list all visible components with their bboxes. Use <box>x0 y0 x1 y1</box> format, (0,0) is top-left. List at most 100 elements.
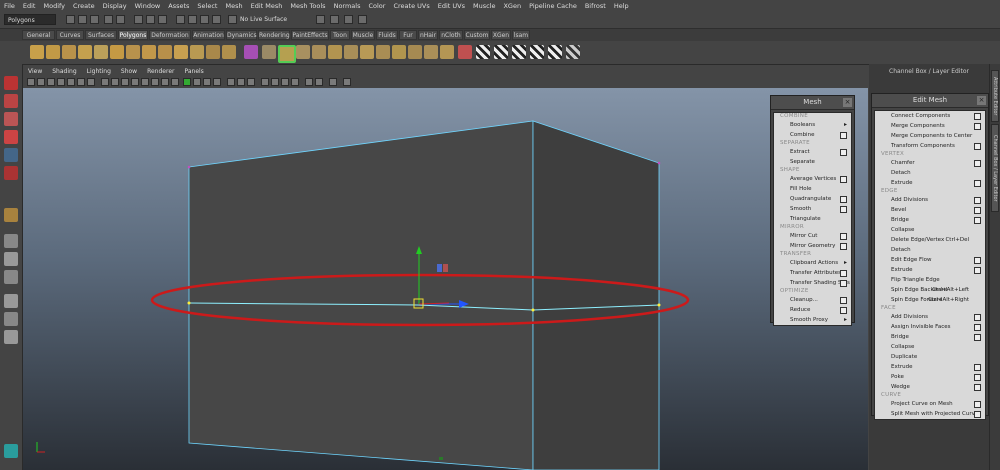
offset-edge-loop-icon[interactable] <box>360 45 374 59</box>
open-scene-icon[interactable] <box>78 15 87 24</box>
shelf-tab-ncloth[interactable]: nCloth <box>439 30 463 40</box>
option-box-icon[interactable] <box>840 196 847 203</box>
single-perspective-layout-icon[interactable] <box>4 234 18 248</box>
option-box-icon[interactable] <box>974 314 981 321</box>
bevel-icon[interactable] <box>376 45 390 59</box>
attribute-editor-tab[interactable]: Attribute Editor <box>991 70 999 122</box>
menu-item-merge-components[interactable]: Merge Components <box>875 121 985 131</box>
menu-normals[interactable]: Normals <box>330 0 365 12</box>
menu-item-duplicate[interactable]: Duplicate <box>875 352 985 362</box>
ipr-render-icon[interactable] <box>330 15 339 24</box>
gamma-icon[interactable] <box>315 78 323 86</box>
menu-item-transfer-attributes[interactable]: Transfer Attributes <box>774 268 851 278</box>
field-chart-icon[interactable] <box>131 78 139 86</box>
poly-torus-icon[interactable] <box>110 45 124 59</box>
menu-item-fill-hole[interactable]: Fill Hole <box>774 184 851 194</box>
bookmark-icon[interactable] <box>47 78 55 86</box>
render-frame-icon[interactable] <box>316 15 325 24</box>
menu-display[interactable]: Display <box>99 0 131 12</box>
poly-pyramid-icon[interactable] <box>142 45 156 59</box>
shelf-tab-painteffects[interactable]: PaintEffects <box>291 30 329 40</box>
poly-pipe-icon[interactable] <box>158 45 172 59</box>
shelf-tab-muscle[interactable]: Muscle <box>351 30 375 40</box>
grid-icon[interactable] <box>87 78 95 86</box>
option-box-icon[interactable] <box>974 257 981 264</box>
xray-icon[interactable] <box>271 78 279 86</box>
shelf-tab-deformation[interactable]: Deformation <box>149 30 191 40</box>
menu-item-detach[interactable]: Detach <box>875 168 985 178</box>
menu-assets[interactable]: Assets <box>164 0 193 12</box>
menu-edit-mesh[interactable]: Edit Mesh <box>247 0 287 12</box>
boolean-icon[interactable] <box>244 45 258 59</box>
menu-item-clipboard-actions[interactable]: Clipboard Actions ▸ <box>774 258 851 268</box>
shelf-tab-polygons[interactable]: Polygons <box>118 30 148 40</box>
hypershade-icon[interactable] <box>358 15 367 24</box>
menu-window[interactable]: Window <box>131 0 165 12</box>
menu-item-split-mesh-with-projected-curve[interactable]: Split Mesh with Projected Curve <box>875 409 985 419</box>
menu-color[interactable]: Color <box>364 0 389 12</box>
option-box-icon[interactable] <box>974 267 981 274</box>
undo-icon[interactable] <box>104 15 113 24</box>
paint-select-icon[interactable] <box>4 112 18 126</box>
poly-helix-icon[interactable] <box>174 45 188 59</box>
poke-icon[interactable] <box>440 45 454 59</box>
option-box-icon[interactable] <box>974 334 981 341</box>
menu-item-collapse[interactable]: Collapse <box>875 342 985 352</box>
viewport-menu-lighting[interactable]: Lighting <box>82 67 116 77</box>
viewport-menu-panels[interactable]: Panels <box>179 67 208 77</box>
smooth-icon[interactable] <box>278 45 296 63</box>
option-box-icon[interactable] <box>840 233 847 240</box>
safe-action-icon[interactable] <box>141 78 149 86</box>
option-box-icon[interactable] <box>974 113 981 120</box>
four-view-layout-icon[interactable] <box>4 252 18 266</box>
menu-item-smooth[interactable]: Smooth <box>774 204 851 214</box>
menu-item-assign-invisible-faces[interactable]: Assign Invisible Faces <box>875 322 985 332</box>
option-box-icon[interactable] <box>840 132 847 139</box>
menu-item-combine[interactable]: Combine <box>774 130 851 140</box>
menu-mesh-tools[interactable]: Mesh Tools <box>286 0 329 12</box>
image-plane-icon[interactable] <box>57 78 65 86</box>
lasso-tool-icon[interactable] <box>4 94 18 108</box>
film-gate-icon[interactable] <box>101 78 109 86</box>
option-box-icon[interactable] <box>840 243 847 250</box>
close-icon[interactable]: × <box>843 98 852 107</box>
menu-file[interactable]: File <box>0 0 19 12</box>
uv-layout-icon[interactable] <box>566 45 580 59</box>
extrude-icon[interactable] <box>296 45 310 59</box>
menu-item-extract[interactable]: Extract <box>774 147 851 157</box>
color-management-icon[interactable] <box>329 78 337 86</box>
make-live-icon[interactable] <box>228 15 237 24</box>
option-box-icon[interactable] <box>974 123 981 130</box>
graph-editor-layout-icon[interactable] <box>4 330 18 344</box>
poly-cylinder-icon[interactable] <box>62 45 76 59</box>
shelf-tab-lsam[interactable]: lsam <box>512 30 530 40</box>
menu-item-detach[interactable]: Detach <box>875 245 985 255</box>
menu-item-edit-edge-flow[interactable]: Edit Edge Flow <box>875 255 985 265</box>
select-hierarchy-icon[interactable] <box>134 15 143 24</box>
menu-item-extrude[interactable]: Extrude <box>875 265 985 275</box>
persp-graph-layout-icon[interactable] <box>4 270 18 284</box>
menu-set-select[interactable]: Polygons <box>4 14 56 25</box>
shelf-tab-custom[interactable]: Custom <box>464 30 490 40</box>
viewport-menu-renderer[interactable]: Renderer <box>142 67 179 77</box>
menu-item-chamfer[interactable]: Chamfer <box>875 158 985 168</box>
menu-item-average-vertices[interactable]: Average Vertices <box>774 174 851 184</box>
select-tool-icon[interactable] <box>4 76 18 90</box>
resolution-gate-icon[interactable] <box>111 78 119 86</box>
menu-help[interactable]: Help <box>610 0 633 12</box>
merge-icon[interactable] <box>392 45 406 59</box>
option-box-icon[interactable] <box>840 270 847 277</box>
menu-edit-uvs[interactable]: Edit UVs <box>434 0 469 12</box>
planar-mapping-icon[interactable] <box>458 45 472 59</box>
option-box-icon[interactable] <box>974 160 981 167</box>
option-box-icon[interactable] <box>974 384 981 391</box>
option-box-icon[interactable] <box>974 217 981 224</box>
xray-active-icon[interactable] <box>281 78 289 86</box>
menu-select[interactable]: Select <box>193 0 221 12</box>
edit-mesh-menu-title[interactable]: Edit Mesh × <box>872 94 988 108</box>
option-box-icon[interactable] <box>974 143 981 150</box>
select-camera-icon[interactable] <box>27 78 35 86</box>
xray-joints-icon[interactable] <box>291 78 299 86</box>
render-settings-icon[interactable] <box>344 15 353 24</box>
outliner-layout-icon[interactable] <box>4 312 18 326</box>
